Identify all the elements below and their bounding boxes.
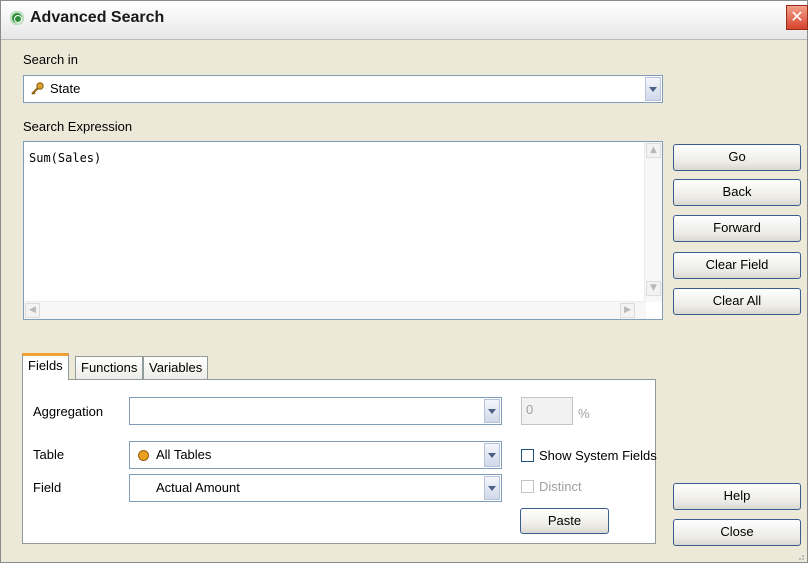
- show-system-fields-label: Show System Fields: [539, 448, 657, 463]
- chevron-down-icon[interactable]: [484, 443, 500, 467]
- go-button[interactable]: Go: [673, 144, 801, 171]
- search-expression-editor[interactable]: Sum(Sales) ▲ ▼ ◀ ▶: [23, 141, 663, 320]
- forward-button[interactable]: Forward: [673, 215, 801, 242]
- horizontal-scrollbar[interactable]: ◀ ▶: [24, 301, 646, 319]
- close-button[interactable]: Close: [673, 519, 801, 546]
- table-label: Table: [33, 447, 65, 462]
- table-dot-icon: [138, 450, 149, 461]
- search-in-label: Search in: [23, 52, 78, 67]
- search-in-select[interactable]: State: [23, 75, 663, 103]
- paste-button[interactable]: Paste: [520, 508, 609, 534]
- percent-input[interactable]: 0: [521, 397, 573, 425]
- scroll-right-icon[interactable]: ▶: [620, 303, 635, 318]
- field-label: Field: [33, 480, 62, 495]
- close-window-button[interactable]: ✕: [786, 5, 808, 30]
- distinct-checkbox[interactable]: [521, 480, 534, 493]
- tab-fields[interactable]: Fields: [22, 353, 69, 380]
- clear-field-button[interactable]: Clear Field: [673, 252, 801, 279]
- chevron-down-icon[interactable]: [645, 77, 661, 101]
- table-value: All Tables: [156, 447, 212, 462]
- tab-functions[interactable]: Functions: [75, 356, 144, 380]
- table-select[interactable]: All Tables: [129, 441, 502, 469]
- aggregation-select[interactable]: [129, 397, 502, 425]
- scroll-down-icon[interactable]: ▼: [646, 281, 661, 296]
- scroll-up-icon[interactable]: ▲: [646, 143, 661, 158]
- field-select[interactable]: Actual Amount: [129, 474, 502, 502]
- qlik-app-icon: [10, 11, 24, 25]
- search-expression-label: Search Expression: [23, 119, 133, 134]
- resize-grip-icon[interactable]: [795, 550, 805, 560]
- back-button[interactable]: Back: [673, 179, 801, 206]
- window-title: Advanced Search: [30, 9, 165, 26]
- title-bar[interactable]: Advanced Search ✕: [1, 1, 808, 40]
- help-button[interactable]: Help: [673, 483, 801, 510]
- scroll-left-icon[interactable]: ◀: [25, 303, 40, 318]
- clear-all-button[interactable]: Clear All: [673, 288, 801, 315]
- chevron-down-icon[interactable]: [484, 476, 500, 500]
- field-value: Actual Amount: [156, 480, 240, 495]
- aggregation-label: Aggregation: [33, 404, 104, 419]
- search-expression-text[interactable]: Sum(Sales): [29, 151, 101, 165]
- chevron-down-icon[interactable]: [484, 399, 500, 423]
- distinct-label: Distinct: [539, 479, 582, 494]
- key-icon: [30, 82, 44, 96]
- tab-variables[interactable]: Variables: [143, 356, 209, 380]
- advanced-search-dialog: Advanced Search ✕ Search in State Search…: [0, 0, 808, 563]
- percent-symbol: %: [578, 406, 590, 421]
- show-system-fields-checkbox[interactable]: [521, 449, 534, 462]
- search-in-value: State: [50, 81, 81, 96]
- vertical-scrollbar[interactable]: ▲ ▼: [644, 142, 662, 302]
